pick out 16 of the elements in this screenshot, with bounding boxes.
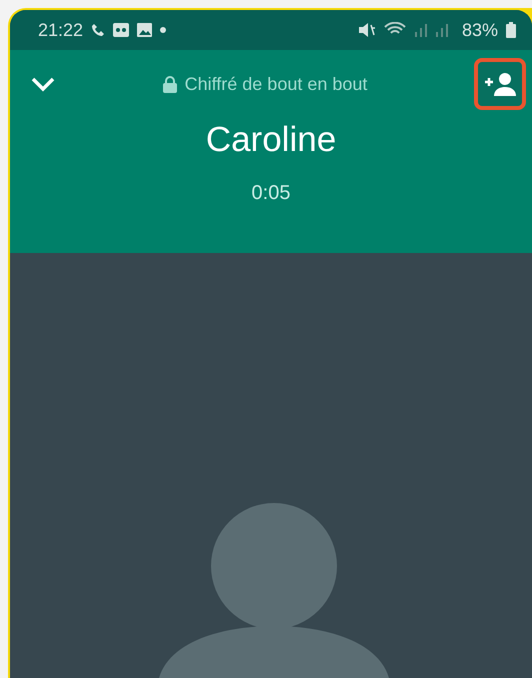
lock-icon bbox=[162, 76, 177, 92]
add-person-icon bbox=[483, 72, 517, 96]
phone-icon bbox=[91, 23, 106, 37]
call-duration: 0:05 bbox=[252, 182, 290, 205]
contact-name: Caroline bbox=[206, 120, 336, 160]
image-icon bbox=[137, 23, 152, 37]
dot-icon bbox=[160, 27, 166, 33]
chevron-down-icon[interactable] bbox=[30, 76, 56, 92]
battery-icon bbox=[506, 22, 516, 38]
add-participant-button[interactable] bbox=[474, 58, 526, 110]
mute-icon bbox=[358, 22, 376, 38]
voicemail-icon bbox=[113, 23, 130, 37]
battery-percent: 83% bbox=[462, 20, 498, 40]
status-time: 21:22 bbox=[38, 20, 84, 40]
avatar-silhouette-icon bbox=[159, 502, 389, 678]
encryption-label: Chiffré de bout en bout bbox=[184, 74, 368, 94]
